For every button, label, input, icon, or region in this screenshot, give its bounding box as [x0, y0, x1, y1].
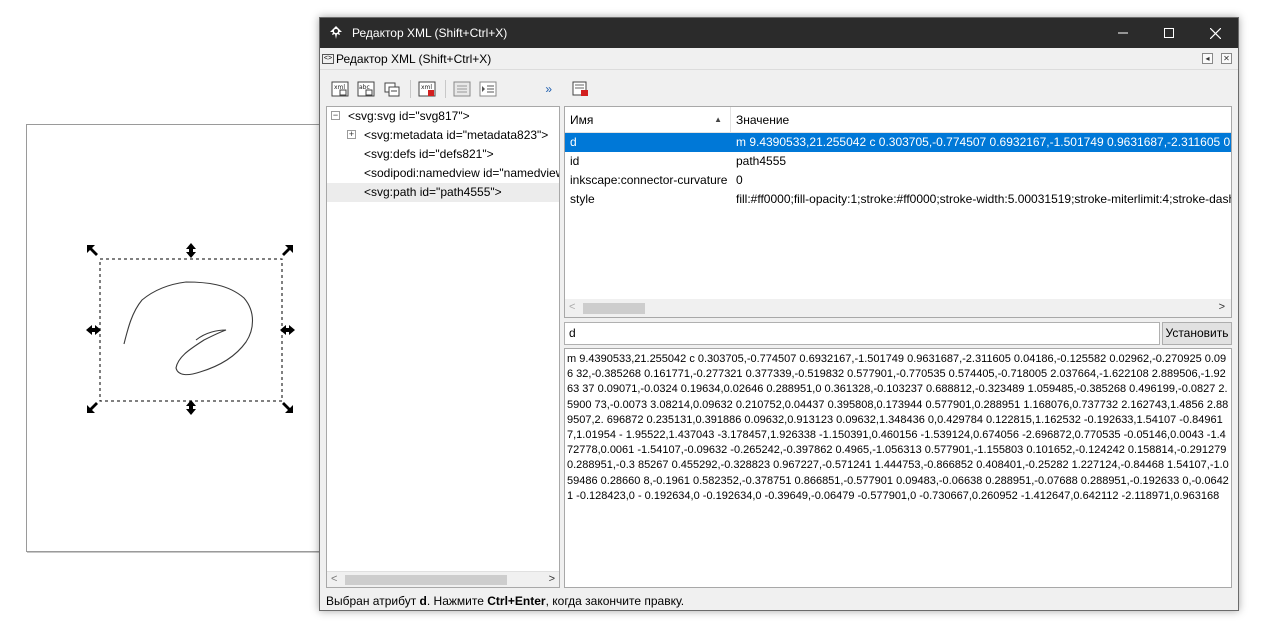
attributes-horizontal-scrollbar[interactable]: < > — [565, 299, 1231, 317]
attr-value-cell: m 9.4390533,21.255042 c 0.303705,-0.7745… — [736, 135, 1231, 149]
tree-node-label: <svg:metadata id="metadata823"> — [364, 128, 549, 142]
freehand-path[interactable] — [123, 281, 254, 376]
attr-value-cell: fill:#ff0000;fill-opacity:1;stroke:#ff00… — [736, 192, 1231, 206]
table-row[interactable]: style fill:#ff0000;fill-opacity:1;stroke… — [565, 190, 1231, 209]
window-titlebar[interactable]: Редактор XML (Shift+Ctrl+X) — [320, 18, 1238, 48]
attribute-value-textarea[interactable]: m 9.4390533,21.255042 c 0.303705,-0.7745… — [564, 348, 1232, 588]
scale-handle-bottom-left[interactable] — [87, 402, 98, 413]
attribute-name-row: d Установить — [564, 322, 1232, 346]
unindent-node-button[interactable] — [452, 80, 472, 98]
scroll-right-arrow[interactable]: > — [549, 573, 555, 585]
scale-handle-right[interactable] — [280, 325, 295, 335]
scrollbar-thumb[interactable] — [583, 303, 645, 314]
delete-node-icon: xml — [418, 81, 436, 97]
attr-name-cell: inkscape:connector-curvature — [570, 173, 728, 187]
attr-value-cell: path4555 — [736, 154, 787, 168]
close-button[interactable] — [1192, 18, 1238, 48]
status-bar: Выбран атрибут d. Нажмите Ctrl+Enter, ко… — [326, 594, 685, 608]
drawing-layer[interactable] — [0, 0, 330, 644]
attribute-toolbar — [564, 72, 1234, 106]
tree-node-selected[interactable]: <svg:path id="path4555"> — [327, 183, 559, 202]
toolbar-separator — [445, 80, 446, 98]
tree-node[interactable]: − <svg:svg id="svg817"> — [327, 107, 559, 126]
close-icon — [1209, 27, 1221, 39]
new-text-node-button[interactable]: abc — [356, 80, 376, 98]
duplicate-node-icon — [384, 82, 400, 97]
attributes-table[interactable]: Имя ▲ Значение d m 9.4390533,21.255042 c… — [564, 106, 1232, 318]
scale-handle-top-right[interactable] — [282, 245, 293, 256]
maximize-button[interactable] — [1146, 18, 1192, 48]
toolbar-overflow-button[interactable]: » — [545, 82, 552, 96]
scale-handle-left[interactable] — [86, 325, 101, 335]
scale-handle-top[interactable] — [186, 243, 196, 258]
xml-node-tree[interactable]: − <svg:svg id="svg817"> + <svg:metadata … — [326, 106, 560, 588]
xml-editor-window: Редактор XML (Shift+Ctrl+X) <> Редактор … — [319, 17, 1239, 611]
duplicate-node-button[interactable] — [382, 80, 402, 98]
window-title: Редактор XML (Shift+Ctrl+X) — [352, 26, 508, 40]
attr-name-cell: style — [570, 192, 595, 206]
tree-node[interactable]: <svg:defs id="defs821"> — [327, 145, 559, 164]
tree-node-label: <sodipodi:namedview id="namedview — [364, 166, 560, 180]
tree-node-label: <svg:svg id="svg817"> — [348, 109, 470, 123]
tree-horizontal-scrollbar[interactable]: < > — [327, 571, 559, 587]
scale-handle-top-left[interactable] — [87, 245, 98, 256]
attr-name-cell: d — [570, 135, 577, 149]
indent-node-icon — [479, 81, 497, 97]
scroll-left-arrow[interactable]: < — [331, 573, 337, 585]
attr-value-cell: 0 — [736, 173, 743, 187]
toolbar-separator — [410, 80, 411, 98]
scale-handle-bottom[interactable] — [186, 400, 196, 415]
delete-attribute-icon — [572, 81, 588, 96]
collapse-expander[interactable]: − — [331, 111, 340, 120]
attribute-name-field[interactable]: d — [564, 322, 1160, 345]
attributes-pane: Имя ▲ Значение d m 9.4390533,21.255042 c… — [564, 72, 1234, 592]
expand-expander[interactable]: + — [347, 130, 356, 139]
maximize-icon — [1164, 28, 1174, 38]
minimize-icon — [1118, 32, 1128, 34]
node-toolbar: xml abc xml » — [326, 72, 560, 106]
unindent-node-icon — [453, 81, 471, 97]
new-text-node-icon: abc — [357, 81, 375, 97]
scroll-left-arrow[interactable]: < — [569, 301, 575, 313]
dock-iconify-button[interactable]: ◂ — [1202, 53, 1213, 64]
attr-name-cell: id — [570, 154, 580, 168]
xml-editor-icon: <> — [322, 53, 334, 64]
delete-attribute-button[interactable] — [570, 80, 590, 98]
new-element-node-icon: xml — [331, 81, 349, 97]
delete-node-button[interactable]: xml — [417, 80, 437, 98]
tree-node[interactable]: + <svg:metadata id="metadata823"> — [327, 126, 559, 145]
svg-text:xml: xml — [421, 84, 432, 91]
column-header-name[interactable]: Имя ▲ — [565, 107, 731, 132]
dock-title: Редактор XML (Shift+Ctrl+X) — [336, 51, 492, 66]
table-row[interactable]: inkscape:connector-curvature 0 — [565, 171, 1231, 190]
node-tree-pane: xml abc xml » − <svg:svg id="svg817"> + … — [326, 72, 560, 592]
dock-close-button[interactable]: ✕ — [1221, 53, 1232, 64]
table-row[interactable]: d m 9.4390533,21.255042 c 0.303705,-0.77… — [565, 133, 1231, 152]
tree-node[interactable]: <sodipodi:namedview id="namedview — [327, 164, 559, 183]
scrollbar-thumb[interactable] — [345, 575, 507, 585]
set-attribute-button[interactable]: Установить — [1162, 322, 1232, 345]
new-element-node-button[interactable]: xml — [330, 80, 350, 98]
table-header: Имя ▲ Значение — [565, 107, 1231, 133]
minimize-button[interactable] — [1100, 18, 1146, 48]
tree-node-label: <svg:path id="path4555"> — [364, 185, 502, 199]
indent-node-button[interactable] — [478, 80, 498, 98]
inkscape-logo-icon — [330, 26, 342, 39]
tree-node-label: <svg:defs id="defs821"> — [364, 147, 494, 161]
scale-handle-bottom-right[interactable] — [282, 402, 293, 413]
sort-ascending-icon: ▲ — [714, 115, 722, 124]
scroll-right-arrow[interactable]: > — [1219, 301, 1225, 313]
dock-header: <> Редактор XML (Shift+Ctrl+X) ◂ ✕ — [320, 48, 1238, 70]
table-row[interactable]: id path4555 — [565, 152, 1231, 171]
column-header-value[interactable]: Значение — [731, 107, 789, 132]
